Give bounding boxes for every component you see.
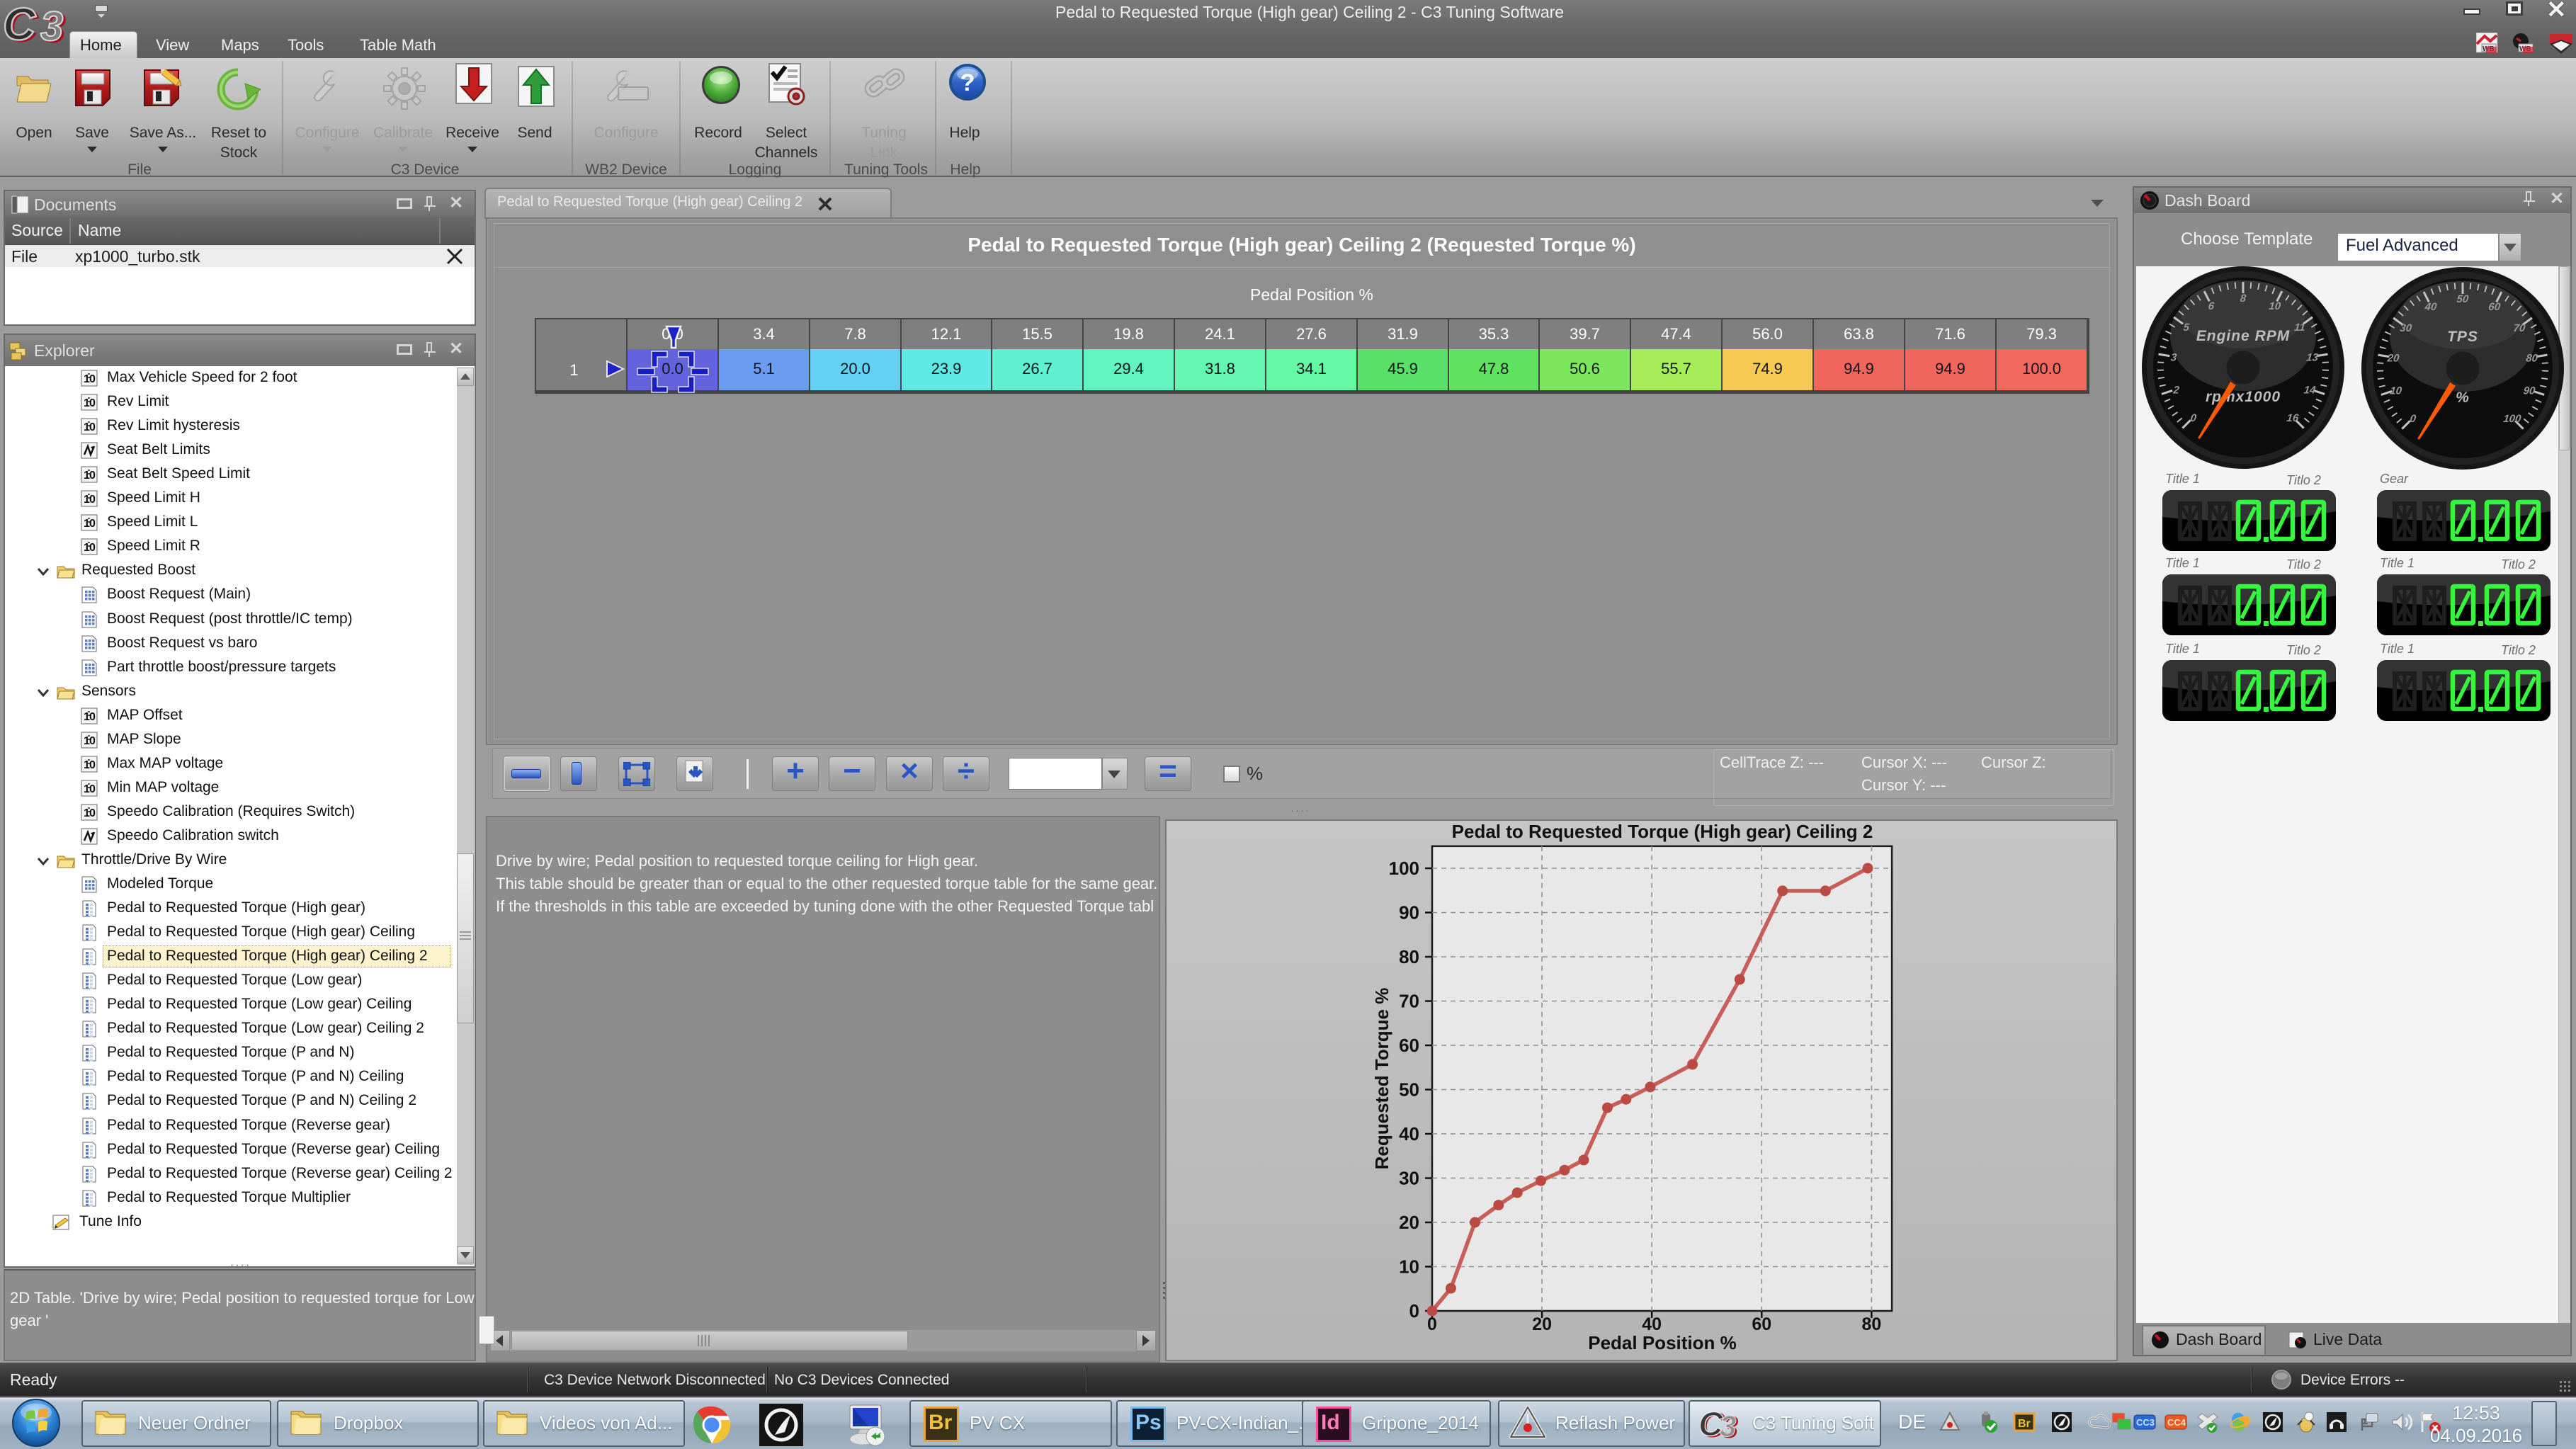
svg-text:Engine RPM: Engine RPM (2196, 328, 2291, 344)
svg-text:60: 60 (1399, 1035, 1419, 1056)
svg-text:0: 0 (89, 470, 96, 482)
svg-text:60: 60 (2488, 301, 2502, 313)
svg-text:0: 0 (89, 542, 96, 554)
svg-text:0: 0 (89, 711, 96, 723)
svg-text:40: 40 (1642, 1314, 1662, 1334)
svg-text:?: ? (960, 69, 975, 96)
svg-text:TPS: TPS (2447, 329, 2478, 345)
svg-text:20: 20 (2386, 353, 2400, 365)
svg-text:50: 50 (1399, 1079, 1419, 1101)
svg-text:20: 20 (1532, 1314, 1552, 1334)
svg-text:70: 70 (2513, 322, 2526, 334)
svg-text:16: 16 (2286, 412, 2300, 424)
svg-text:50: 50 (2456, 293, 2470, 305)
svg-text:0: 0 (1409, 1300, 1419, 1322)
svg-text:0: 0 (89, 783, 96, 795)
svg-text:CC3: CC3 (2136, 1417, 2155, 1428)
svg-text:Br: Br (2018, 1418, 2031, 1430)
svg-text:0: 0 (89, 518, 96, 530)
svg-text:Requested Torque %: Requested Torque % (1371, 988, 1392, 1170)
svg-text:14: 14 (2303, 385, 2317, 397)
svg-text:60: 60 (1752, 1314, 1771, 1334)
svg-text:0: 0 (89, 494, 96, 506)
svg-text:80: 80 (2525, 353, 2538, 365)
svg-text:rpmx1000: rpmx1000 (2206, 389, 2281, 405)
svg-text:90: 90 (2523, 385, 2536, 397)
svg-text:11: 11 (2293, 322, 2305, 334)
svg-text:3: 3 (1720, 1409, 1736, 1442)
svg-text:0: 0 (89, 373, 96, 385)
svg-text:40: 40 (2424, 301, 2438, 313)
svg-text:40: 40 (1399, 1123, 1419, 1144)
svg-text:70: 70 (1399, 991, 1419, 1012)
svg-text:0: 0 (1427, 1314, 1437, 1334)
svg-text:30: 30 (2400, 322, 2413, 334)
svg-text:3: 3 (40, 4, 63, 46)
svg-text:90: 90 (1399, 902, 1419, 924)
svg-text:13: 13 (2305, 352, 2319, 364)
svg-text:30: 30 (1399, 1168, 1419, 1189)
svg-text:10: 10 (1399, 1256, 1419, 1278)
svg-text:Pedal to Requested Torque (Hig: Pedal to Requested Torque (High gear) Ce… (1452, 821, 1873, 842)
svg-text:C: C (3, 1, 36, 46)
svg-text:100: 100 (2502, 413, 2521, 425)
svg-text:20: 20 (1399, 1212, 1419, 1233)
svg-text:10: 10 (2389, 385, 2402, 397)
svg-text:Pedal Position %: Pedal Position % (1588, 1332, 1737, 1353)
svg-text:0: 0 (89, 759, 96, 771)
svg-text:CC4: CC4 (2167, 1417, 2186, 1428)
svg-text:80: 80 (1399, 946, 1419, 967)
svg-text:0: 0 (89, 421, 96, 433)
svg-text:10: 10 (2269, 300, 2282, 312)
svg-text:0: 0 (89, 735, 96, 747)
svg-text:%: % (2456, 390, 2470, 406)
svg-text:80: 80 (1861, 1314, 1881, 1334)
svg-text:100: 100 (1389, 858, 1419, 879)
svg-text:0: 0 (89, 397, 96, 409)
svg-text:0: 0 (89, 807, 96, 819)
